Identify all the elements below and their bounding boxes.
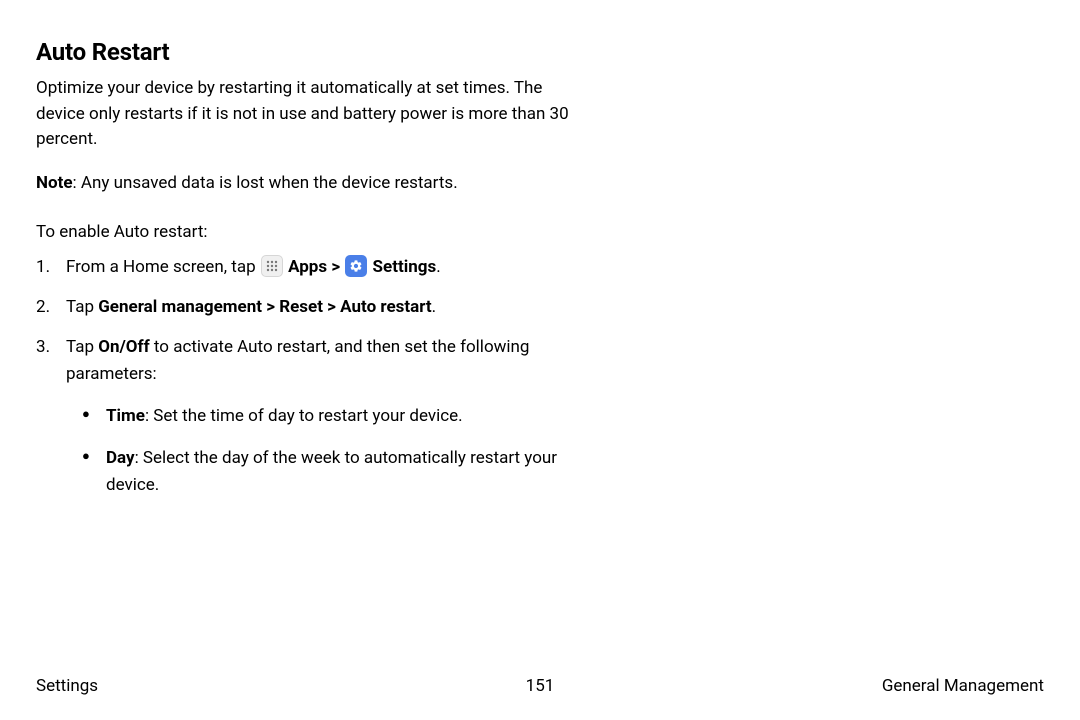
page-footer: Settings 151 General Management xyxy=(36,676,1044,696)
day-text: : Select the day of the week to automati… xyxy=(106,448,557,494)
step-1: From a Home screen, tap Apps > Settings. xyxy=(36,254,576,280)
time-text: : Set the time of day to restart your de… xyxy=(145,406,463,426)
bullet-time: Time: Set the time of day to restart you… xyxy=(82,403,576,429)
step1-end: . xyxy=(436,257,440,277)
step2-end: . xyxy=(432,297,436,317)
note-label: Note xyxy=(36,173,73,193)
footer-page-number: 151 xyxy=(526,676,555,696)
step3-pre: Tap xyxy=(66,337,98,357)
parameters-list: Time: Set the time of day to restart you… xyxy=(66,403,576,498)
step1-sep: > xyxy=(327,257,344,277)
footer-right: General Management xyxy=(882,676,1044,696)
footer-left: Settings xyxy=(36,676,98,696)
note-text: : Any unsaved data is lost when the devi… xyxy=(73,173,458,193)
step-2: Tap General management > Reset > Auto re… xyxy=(36,294,576,320)
page-title: Auto Restart xyxy=(36,38,576,66)
step-3: Tap On/Off to activate Auto restart, and… xyxy=(36,334,576,498)
step2-path: General management > Reset > Auto restar… xyxy=(98,297,431,317)
page-content: Auto Restart Optimize your device by res… xyxy=(36,38,576,498)
settings-gear-icon xyxy=(345,255,367,277)
steps-list: From a Home screen, tap Apps > Settings.… xyxy=(36,254,576,498)
step1-apps: Apps xyxy=(288,257,327,277)
enable-label: To enable Auto restart: xyxy=(36,220,576,246)
step3-onoff: On/Off xyxy=(98,337,149,357)
time-label: Time xyxy=(106,406,145,426)
note-paragraph: Note: Any unsaved data is lost when the … xyxy=(36,171,576,197)
intro-text: Optimize your device by restarting it au… xyxy=(36,76,576,153)
bullet-day: Day: Select the day of the week to autom… xyxy=(82,445,576,498)
step1-settings: Settings xyxy=(373,257,437,277)
step1-pre: From a Home screen, tap xyxy=(66,257,260,277)
day-label: Day xyxy=(106,448,135,468)
step2-pre: Tap xyxy=(66,297,98,317)
apps-grid-icon xyxy=(261,255,283,277)
